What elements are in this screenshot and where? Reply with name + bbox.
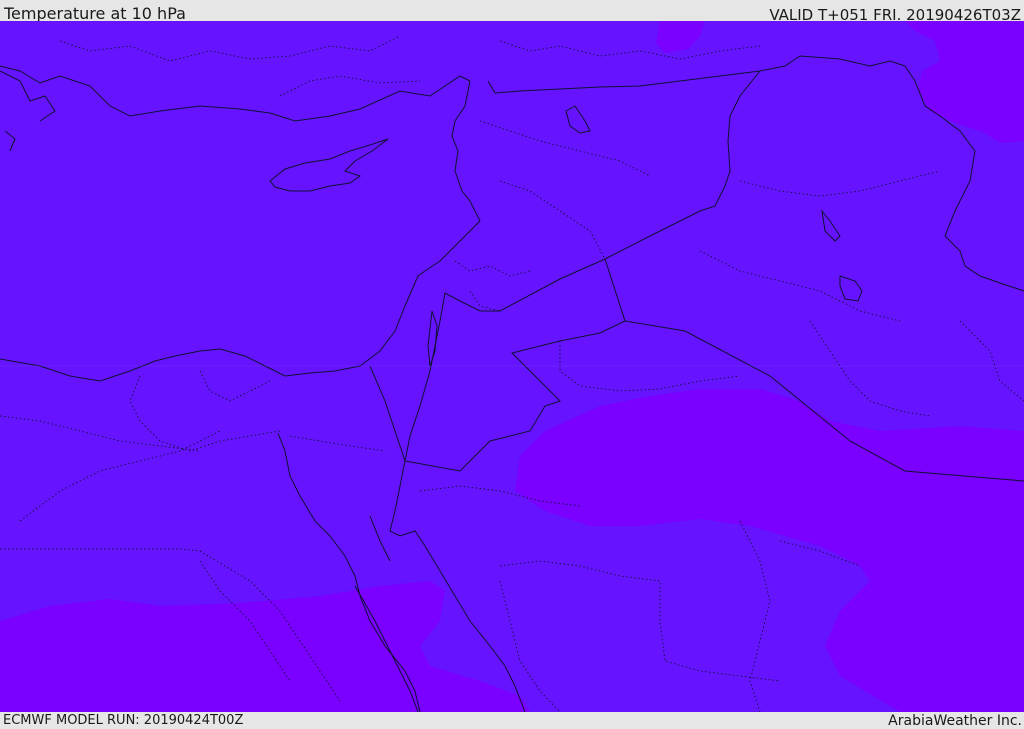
- footer-bar: ECMWF MODEL RUN: 20190424T00Z ArabiaWeat…: [0, 712, 1024, 729]
- map-area: [0, 21, 1024, 712]
- weather-map-frame: Temperature at 10 hPa VALID T+051 FRI. 2…: [0, 0, 1024, 729]
- model-run-label: ECMWF MODEL RUN: 20190424T00Z: [3, 713, 244, 728]
- credit-label: ArabiaWeather Inc.: [888, 713, 1022, 729]
- map-canvas: [0, 21, 1024, 712]
- header-bar: Temperature at 10 hPa VALID T+051 FRI. 2…: [0, 0, 1024, 24]
